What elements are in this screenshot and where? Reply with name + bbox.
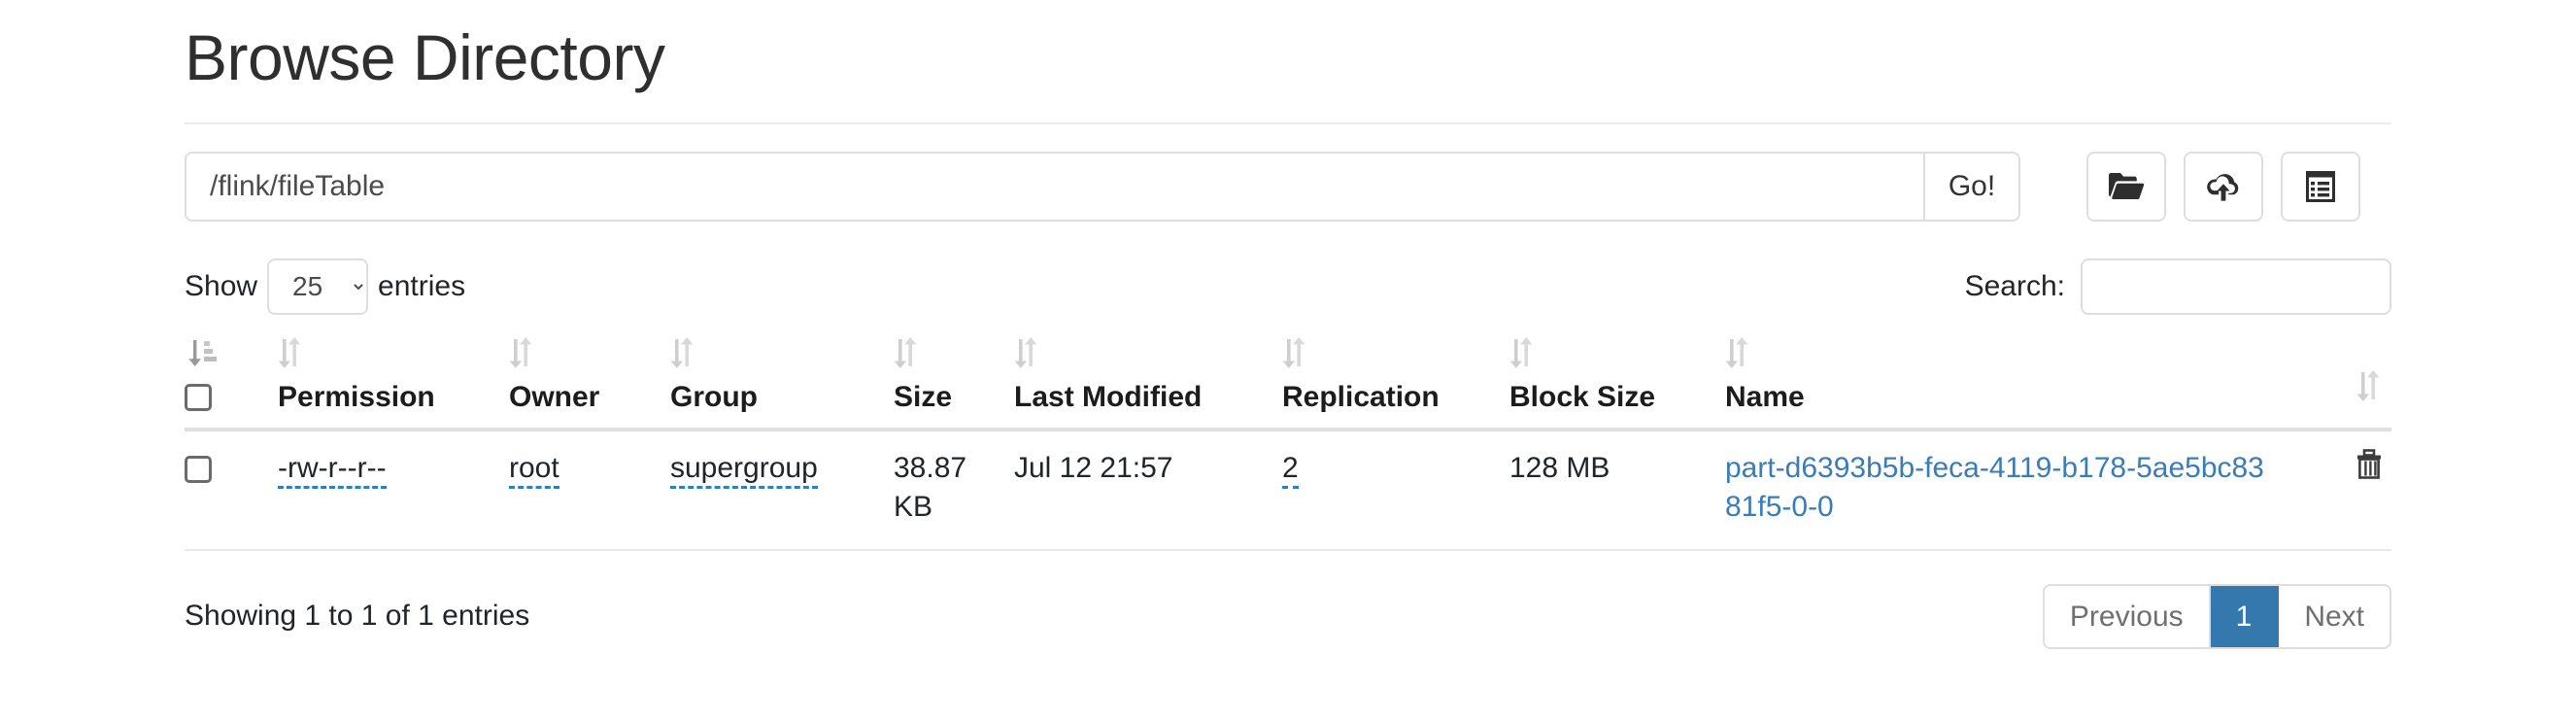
showing-entries-info: Showing 1 to 1 of 1 entries xyxy=(185,600,530,633)
trash-icon xyxy=(2355,449,2384,483)
sort-updown-icon xyxy=(894,336,919,377)
file-name-link[interactable]: part-d6393b5b-feca-4119-b178-5ae5bc8381f… xyxy=(1725,452,2264,524)
page-length-select[interactable]: 25 xyxy=(267,258,369,315)
pagination-previous-button[interactable]: Previous xyxy=(2044,585,2211,647)
column-label: Size xyxy=(894,380,953,413)
search-input[interactable] xyxy=(2081,258,2391,315)
table-footer: Showing 1 to 1 of 1 entries Previous 1 N… xyxy=(185,583,2391,649)
sort-updown-icon xyxy=(1282,336,1307,377)
column-label: Last Modified xyxy=(1014,380,1203,413)
upload-files-button[interactable] xyxy=(2184,151,2263,222)
sort-updown-icon xyxy=(1725,336,1750,377)
column-header-replication[interactable]: Replication xyxy=(1282,335,1509,431)
column-label: Owner xyxy=(509,380,600,413)
column-label: Block Size xyxy=(1509,380,1656,413)
search-label: Search: xyxy=(1964,269,2065,302)
search-control: Search: xyxy=(1965,258,2391,315)
cell-replication: 2 xyxy=(1282,429,1509,551)
pagination: Previous 1 Next xyxy=(2042,583,2391,649)
title-divider xyxy=(185,121,2391,124)
table-controls: Show 25 entries Search: xyxy=(185,258,2391,315)
cell-permission: -rw-r--r-- xyxy=(278,429,509,551)
table-header-row: Permission Owner Group Size Last Modifie… xyxy=(185,335,2391,431)
show-entries-control: Show 25 entries xyxy=(185,258,465,315)
path-toolbar: Go! xyxy=(185,151,2391,222)
owner-value[interactable]: root xyxy=(509,451,559,489)
group-value[interactable]: supergroup xyxy=(670,451,818,489)
replication-value[interactable]: 2 xyxy=(1282,451,1299,489)
cell-size: 38.87 KB xyxy=(894,429,1014,551)
snapshot-list-button[interactable] xyxy=(2281,151,2360,222)
sort-updown-icon xyxy=(278,336,303,377)
directory-action-buttons xyxy=(2086,151,2360,222)
show-label: Show xyxy=(185,269,258,302)
select-all-checkbox[interactable] xyxy=(185,383,212,411)
cloud-upload-icon xyxy=(2205,171,2242,202)
column-label: Group xyxy=(670,380,758,413)
pagination-page-1-button[interactable]: 1 xyxy=(2210,585,2280,647)
permission-value[interactable]: -rw-r--r-- xyxy=(278,451,387,489)
browse-directory-page: Browse Directory Go! xyxy=(0,0,2576,723)
entries-label: entries xyxy=(378,269,466,302)
page-title: Browse Directory xyxy=(185,21,665,93)
pagination-next-button[interactable]: Next xyxy=(2279,585,2390,647)
sort-updown-icon xyxy=(670,336,695,377)
column-header-actions[interactable] xyxy=(2275,335,2391,431)
cell-last-modified: Jul 12 21:57 xyxy=(1014,429,1282,551)
column-header-group[interactable]: Group xyxy=(670,335,894,431)
cell-actions xyxy=(2275,429,2391,551)
go-button[interactable]: Go! xyxy=(1923,151,2020,222)
sort-updown-icon xyxy=(1014,336,1039,377)
column-header-last-modified[interactable]: Last Modified xyxy=(1014,335,1282,431)
sort-updown-icon xyxy=(2356,369,2382,410)
column-header-owner[interactable]: Owner xyxy=(509,335,670,431)
column-header-select[interactable] xyxy=(185,335,278,431)
column-header-name[interactable]: Name xyxy=(1725,335,2275,431)
column-header-permission[interactable]: Permission xyxy=(278,335,509,431)
table-body: -rw-r--r-- root supergroup 38.87 KB Jul … xyxy=(185,429,2391,551)
column-label: Permission xyxy=(278,380,435,413)
column-label: Name xyxy=(1725,380,1805,413)
path-input-group: Go! xyxy=(185,151,2020,222)
list-box-icon xyxy=(2306,170,2335,202)
column-header-block-size[interactable]: Block Size xyxy=(1509,335,1725,431)
delete-file-button[interactable] xyxy=(2355,449,2384,480)
directory-path-input[interactable] xyxy=(185,151,1923,222)
folder-open-icon xyxy=(2109,172,2144,201)
table-header: Permission Owner Group Size Last Modifie… xyxy=(185,335,2391,431)
file-listing-table: Permission Owner Group Size Last Modifie… xyxy=(185,335,2391,551)
row-select-cell xyxy=(185,429,278,551)
cell-block-size: 128 MB xyxy=(1509,429,1725,551)
column-header-size[interactable]: Size xyxy=(894,335,1014,431)
create-directory-button[interactable] xyxy=(2086,151,2166,222)
column-label: Replication xyxy=(1282,380,1440,413)
sort-updown-icon xyxy=(509,336,534,377)
table-row: -rw-r--r-- root supergroup 38.87 KB Jul … xyxy=(185,429,2391,551)
sort-amount-down-icon xyxy=(185,336,218,377)
sort-updown-icon xyxy=(1509,336,1535,377)
cell-group: supergroup xyxy=(670,429,894,551)
row-checkbox[interactable] xyxy=(185,455,212,483)
cell-owner: root xyxy=(509,429,670,551)
cell-name: part-d6393b5b-feca-4119-b178-5ae5bc8381f… xyxy=(1725,429,2275,551)
